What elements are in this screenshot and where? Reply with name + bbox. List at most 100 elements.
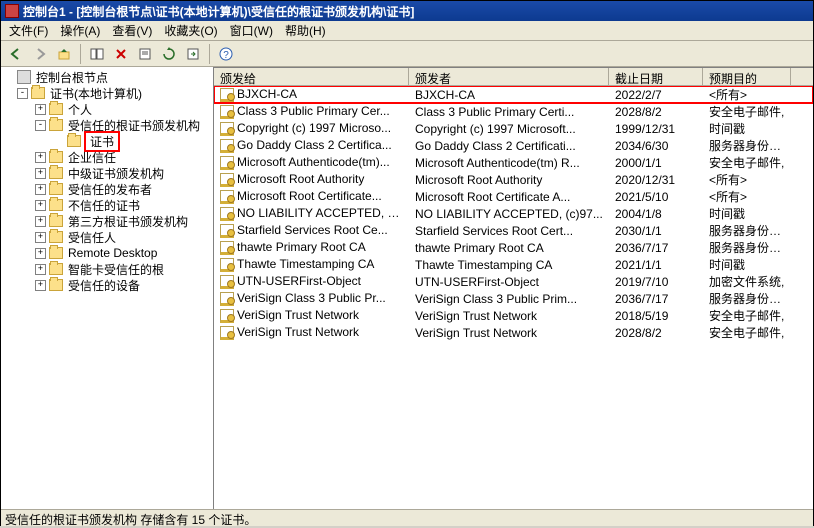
cell-issued-by: Microsoft Root Authority: [409, 173, 609, 187]
folder-icon: [49, 103, 63, 115]
app-icon: [5, 4, 19, 18]
folder-icon: [49, 231, 63, 243]
cell-issued-by: BJXCH-CA: [409, 88, 609, 102]
forward-button[interactable]: [29, 43, 51, 65]
certificate-icon: [220, 122, 234, 136]
table-row[interactable]: Microsoft Root Certificate...Microsoft R…: [214, 188, 813, 205]
table-row[interactable]: Starfield Services Root Ce...Starfield S…: [214, 222, 813, 239]
list-body[interactable]: BJXCH-CABJXCH-CA2022/2/7<所有>Class 3 Publ…: [214, 86, 813, 509]
certificate-icon: [220, 275, 234, 289]
expander-icon[interactable]: +: [35, 248, 46, 259]
table-row[interactable]: VeriSign Trust NetworkVeriSign Trust Net…: [214, 307, 813, 324]
expander-icon[interactable]: +: [35, 104, 46, 115]
cell-issued-by: Starfield Services Root Cert...: [409, 224, 609, 238]
console-root-icon: [17, 70, 31, 84]
table-row[interactable]: Microsoft Authenticode(tm)...Microsoft A…: [214, 154, 813, 171]
cell-purpose: 时间戳: [703, 120, 791, 137]
tree-root[interactable]: 控制台根节点: [34, 69, 110, 86]
tree-intermediate[interactable]: 中级证书颁发机构: [66, 165, 166, 182]
tree-trusted-pub[interactable]: 受信任的发布者: [66, 181, 154, 198]
cell-expiry: 2028/8/2: [609, 326, 703, 340]
folder-icon: [49, 263, 63, 275]
tree-remote[interactable]: Remote Desktop: [66, 246, 159, 260]
tree-untrusted[interactable]: 不信任的证书: [66, 197, 142, 214]
menu-file[interactable]: 文件(F): [3, 20, 54, 41]
table-row[interactable]: UTN-USERFirst-ObjectUTN-USERFirst-Object…: [214, 273, 813, 290]
expander-icon[interactable]: +: [35, 168, 46, 179]
menu-window[interactable]: 窗口(W): [224, 20, 279, 41]
col-issued-to[interactable]: 颁发给: [214, 68, 409, 85]
table-row[interactable]: Class 3 Public Primary Cer...Class 3 Pub…: [214, 103, 813, 120]
cell-purpose: 安全电子邮件,: [703, 154, 791, 171]
table-row[interactable]: Microsoft Root AuthorityMicrosoft Root A…: [214, 171, 813, 188]
cell-issued-by: VeriSign Trust Network: [409, 326, 609, 340]
cell-purpose: 安全电子邮件,: [703, 324, 791, 341]
certificate-icon: [220, 326, 234, 340]
folder-icon: [49, 183, 63, 195]
help-button[interactable]: ?: [215, 43, 237, 65]
folder-icon: [49, 279, 63, 291]
folder-icon: [49, 167, 63, 179]
expander-icon[interactable]: +: [35, 200, 46, 211]
expander-icon[interactable]: -: [17, 88, 28, 99]
tree-cert-local[interactable]: 证书(本地计算机): [48, 85, 144, 102]
cell-issued-to: VeriSign Class 3 Public Pr...: [237, 291, 386, 305]
cell-expiry: 2004/1/8: [609, 207, 703, 221]
expander-icon[interactable]: +: [35, 216, 46, 227]
cell-expiry: 2000/1/1: [609, 156, 703, 170]
folder-icon: [49, 151, 63, 163]
up-button[interactable]: [53, 43, 75, 65]
table-row[interactable]: VeriSign Trust NetworkVeriSign Trust Net…: [214, 324, 813, 341]
expander-icon[interactable]: -: [35, 120, 46, 131]
list-header: 颁发给 颁发者 截止日期 预期目的: [214, 68, 813, 86]
menu-help[interactable]: 帮助(H): [279, 20, 332, 41]
tree-personal[interactable]: 个人: [66, 101, 94, 118]
properties-button[interactable]: [134, 43, 156, 65]
table-row[interactable]: Thawte Timestamping CAThawte Timestampin…: [214, 256, 813, 273]
menu-action[interactable]: 操作(A): [54, 20, 106, 41]
cell-issued-by: Class 3 Public Primary Certi...: [409, 105, 609, 119]
tree-third-party[interactable]: 第三方根证书颁发机构: [66, 213, 190, 230]
cell-purpose: 服务器身份验证: [703, 290, 791, 307]
delete-button[interactable]: [110, 43, 132, 65]
expander-icon[interactable]: +: [35, 232, 46, 243]
tree-trusted-dev[interactable]: 受信任的设备: [66, 277, 142, 294]
tree-pane[interactable]: -控制台根节点 -证书(本地计算机) +个人 -受信任的根证书颁发机构 +证书 …: [1, 67, 214, 509]
menu-favorites[interactable]: 收藏夹(O): [158, 20, 223, 41]
expander-icon[interactable]: +: [35, 152, 46, 163]
cell-expiry: 2021/1/1: [609, 258, 703, 272]
table-row[interactable]: NO LIABILITY ACCEPTED, (c)...NO LIABILIT…: [214, 205, 813, 222]
cell-issued-to: UTN-USERFirst-Object: [237, 274, 361, 288]
tree-enterprise[interactable]: 企业信任: [66, 149, 118, 166]
show-hide-button[interactable]: [86, 43, 108, 65]
folder-icon: [67, 135, 81, 147]
cell-issued-by: thawte Primary Root CA: [409, 241, 609, 255]
tree-trusted-people[interactable]: 受信任人: [66, 229, 118, 246]
window-title: 控制台1 - [控制台根节点\证书(本地计算机)\受信任的根证书颁发机构\证书]: [23, 3, 414, 20]
tree-smartcard[interactable]: 智能卡受信任的根: [66, 261, 166, 278]
table-row[interactable]: thawte Primary Root CAthawte Primary Roo…: [214, 239, 813, 256]
certificate-icon: [220, 309, 234, 323]
col-issued-by[interactable]: 颁发者: [409, 68, 609, 85]
certificate-icon: [220, 139, 234, 153]
menu-view[interactable]: 查看(V): [106, 20, 158, 41]
expander-icon[interactable]: +: [35, 280, 46, 291]
cell-issued-to: VeriSign Trust Network: [237, 308, 359, 322]
table-row[interactable]: Copyright (c) 1997 Microso...Copyright (…: [214, 120, 813, 137]
back-button[interactable]: [5, 43, 27, 65]
table-row[interactable]: VeriSign Class 3 Public Pr...VeriSign Cl…: [214, 290, 813, 307]
certificate-icon: [220, 241, 234, 255]
cell-issued-to: BJXCH-CA: [237, 87, 297, 101]
cell-purpose: 安全电子邮件,: [703, 103, 791, 120]
expander-icon[interactable]: +: [35, 264, 46, 275]
table-row[interactable]: Go Daddy Class 2 Certifica...Go Daddy Cl…: [214, 137, 813, 154]
certificate-icon: [220, 105, 234, 119]
expander-icon[interactable]: +: [35, 184, 46, 195]
cell-purpose: 加密文件系统,: [703, 273, 791, 290]
table-row[interactable]: BJXCH-CABJXCH-CA2022/2/7<所有>: [214, 86, 813, 103]
col-expiry[interactable]: 截止日期: [609, 68, 703, 85]
refresh-button[interactable]: [158, 43, 180, 65]
export-button[interactable]: [182, 43, 204, 65]
folder-icon: [49, 119, 63, 131]
col-purpose[interactable]: 预期目的: [703, 68, 791, 85]
